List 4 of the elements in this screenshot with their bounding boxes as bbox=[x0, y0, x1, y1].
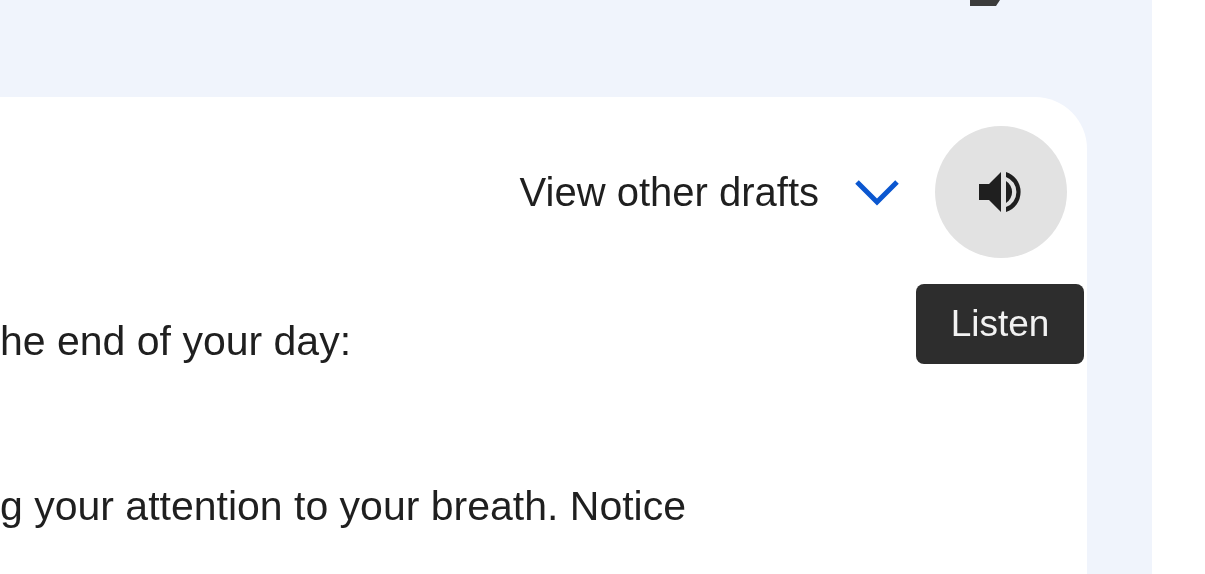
listen-tooltip: Listen bbox=[916, 284, 1084, 364]
response-text: g your attention to your breath. Notice bbox=[0, 483, 686, 530]
response-text: he end of your day: bbox=[0, 318, 352, 365]
view-other-drafts-label[interactable]: View other drafts bbox=[519, 169, 819, 215]
